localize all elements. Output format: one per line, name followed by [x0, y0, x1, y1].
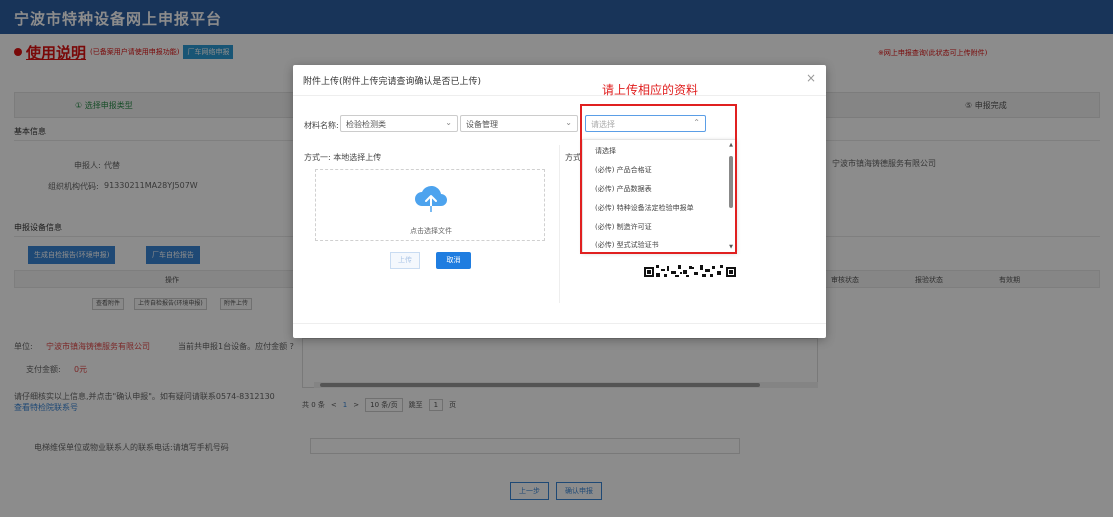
method-divider [559, 145, 560, 303]
annotation-label: 请上传相应的资料 [602, 83, 699, 97]
annotation-box [580, 104, 737, 254]
category-select[interactable]: 检验检测类 ⌄ [340, 115, 458, 132]
close-icon[interactable]: × [806, 71, 816, 85]
method1-label: 方式一: 本地选择上传 [304, 153, 382, 162]
attachment-upload-modal: 附件上传(附件上传完请查询确认是否已上传) × 材料名称: 检验检测类 ⌄ 设备… [293, 65, 826, 338]
upload-button[interactable]: 上传 [390, 252, 420, 269]
subcategory-select-value: 设备管理 [466, 120, 498, 129]
chevron-down-icon: ⌄ [445, 118, 452, 127]
chevron-down-icon: ⌄ [565, 118, 572, 127]
modal-title: 附件上传(附件上传完请查询确认是否已上传) [303, 77, 482, 87]
file-drop-area[interactable]: 点击选择文件 [315, 169, 545, 241]
cancel-button[interactable]: 取消 [436, 252, 471, 269]
cloud-upload-icon [415, 185, 447, 212]
modal-footer-divider [293, 323, 826, 324]
subcategory-select[interactable]: 设备管理 ⌄ [460, 115, 578, 132]
modal-divider [293, 95, 826, 96]
material-name-label: 材料名称: [304, 121, 339, 130]
category-select-value: 检验检测类 [346, 120, 386, 129]
choose-file-text: 点击选择文件 [410, 227, 452, 235]
